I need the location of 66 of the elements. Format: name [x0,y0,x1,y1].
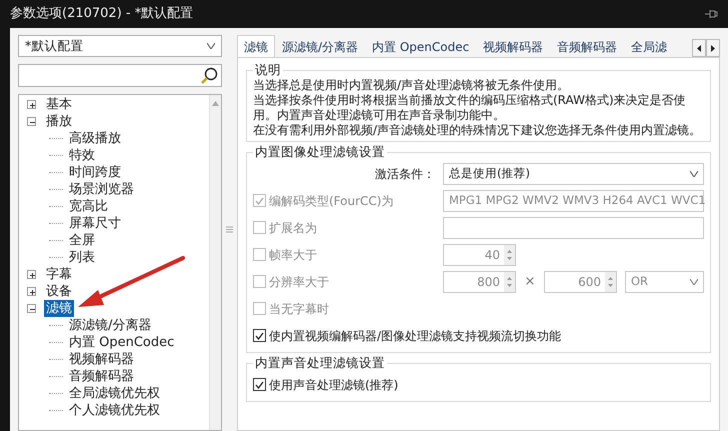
tab[interactable]: 全局滤 [624,36,674,57]
tree-item[interactable]: 高级播放 [67,130,123,147]
tree-item[interactable]: 宽高比 [67,198,110,215]
chevron-down-icon [690,170,698,176]
tab[interactable]: 源滤镜/分离器 [275,36,366,57]
search-field[interactable] [18,64,222,87]
tree-item[interactable]: 基本 [44,96,74,113]
tab[interactable]: 音频解码器 [550,36,624,57]
field-label: 激活条件： [375,166,435,182]
checkbox-label: 当无字幕时 [269,300,329,318]
tree-item[interactable]: 个人滤镜优先权 [67,402,162,419]
profile-dropdown[interactable]: *默认配置 [18,35,222,57]
activation-dropdown[interactable]: 总是使用(推荐) [443,162,704,184]
tree-item[interactable]: 时间跨度 [67,164,123,181]
checkbox-label: 使用声音处理滤镜(推荐) [269,376,398,394]
description-text: 当选择按条件使用时将根据当前播放文件的编码压缩格式(RAW格式)来决定是否使用。内置声音处理滤镜可用在声音录制功能中。 [253,93,687,123]
triangle-left-icon [697,44,701,52]
checkbox[interactable] [253,329,266,342]
tab[interactable]: 内置 OpenCodec [365,36,476,57]
tab-scroll-right-button[interactable] [706,39,720,57]
tree-item[interactable]: 视频解码器 [67,351,136,368]
tab[interactable]: 滤镜 [237,35,275,57]
tree-item[interactable]: 滤镜 [44,300,74,317]
window-title: 参数选项(210702) - *默认配置 [10,5,194,24]
tree-item[interactable]: 设备 [44,283,74,300]
spinner-value: 600 [578,274,601,290]
tree-item[interactable]: 音频解码器 [67,368,136,385]
triangle-right-icon [711,44,715,52]
expand-icon[interactable] [27,287,36,296]
expand-icon[interactable] [27,270,36,279]
tree-item[interactable]: 全屏 [67,232,97,249]
tree-item[interactable]: 全局滤镜优先权 [67,385,162,402]
tree-item[interactable]: 特效 [67,147,97,164]
tree-item[interactable]: 源滤镜/分离器 [67,317,154,334]
group-title: 内置声音处理滤镜设置 [254,355,386,371]
splitter-grip-icon[interactable] [226,226,232,233]
pin-icon[interactable] [704,8,718,20]
checkbox-label: 使内置视频编解码器/图像处理滤镜支持视频流切换功能 [269,328,562,344]
chevron-down-icon [690,278,698,284]
tab[interactable]: 视频解码器 [476,36,550,57]
tree-item[interactable]: 屏幕尺寸 [67,215,123,232]
tree-item[interactable]: 列表 [67,249,97,266]
description-text: 在没有需利用外部视频/声音滤镜处理的特殊情况下建议您选择无条件使用内置滤镜。 [253,123,702,138]
tree-item[interactable]: 字幕 [44,266,74,283]
checkbox[interactable] [253,378,266,391]
tree-item[interactable]: 播放 [44,113,74,130]
search-icon[interactable] [200,66,218,84]
group-title: 说明 [254,62,282,78]
collapse-icon[interactable] [27,117,36,126]
tab-scroll-left-button[interactable] [692,39,706,57]
text-field[interactable] [443,216,704,238]
spinner-value: 800 [477,274,500,290]
checkbox-label: 帧率大于 [269,246,317,264]
collapse-icon[interactable] [27,304,36,313]
scroll-up-icon[interactable] [212,101,219,106]
spinner-value: 40 [484,246,500,264]
checkbox-label: 分辨率大于 [269,274,329,290]
tree-item[interactable]: 场景浏览器 [67,181,136,198]
tree-item[interactable]: 内置 OpenCodec [67,334,176,351]
chevron-down-icon [207,43,215,49]
expand-icon[interactable] [27,100,36,109]
times-text: × [524,272,536,291]
checkbox-label: 扩展名为 [269,220,317,236]
group-title: 内置图像处理滤镜设置 [254,144,386,160]
description-text: 当选择总是使用时内置视频/声音处理滤镜将被无条件使用。 [253,78,570,93]
checkbox-label: 编解码类型(FourCC)为 [269,192,394,210]
